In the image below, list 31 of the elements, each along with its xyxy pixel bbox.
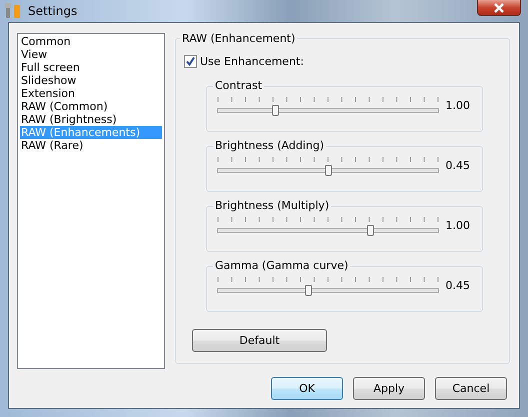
slider-value: 1.00 bbox=[446, 218, 470, 232]
slider-value: 1.00 bbox=[446, 98, 470, 112]
slider-thumb[interactable] bbox=[366, 225, 374, 236]
slider-label: Brightness (Adding) bbox=[213, 139, 326, 152]
dialog-button[interactable]: OK bbox=[271, 377, 343, 400]
category-item[interactable]: Common bbox=[20, 35, 162, 48]
group-title: RAW (Enhancement) bbox=[180, 32, 298, 45]
category-item[interactable]: Full screen bbox=[20, 61, 162, 74]
slider-label: Gamma (Gamma curve) bbox=[213, 259, 350, 272]
slider-thumb[interactable] bbox=[305, 285, 312, 296]
dialog-button[interactable]: Cancel bbox=[435, 377, 507, 400]
category-item[interactable]: Extension bbox=[20, 87, 162, 100]
category-item[interactable]: Slideshow bbox=[20, 74, 162, 87]
slider-value: 0.45 bbox=[446, 158, 470, 172]
category-item[interactable]: View bbox=[20, 48, 162, 61]
dialog-button[interactable]: Apply bbox=[353, 377, 425, 400]
close-icon bbox=[493, 2, 505, 12]
window-title: Settings bbox=[28, 4, 78, 18]
slider-thumb[interactable] bbox=[272, 105, 280, 116]
slider-value: 0.45 bbox=[446, 278, 470, 292]
checkbox[interactable] bbox=[184, 54, 197, 68]
slider-label: Brightness (Multiply) bbox=[213, 199, 332, 212]
slider-label: Contrast bbox=[213, 79, 264, 92]
slider-thumb[interactable] bbox=[325, 165, 332, 176]
default-button[interactable]: Default bbox=[192, 329, 327, 352]
close-button[interactable] bbox=[477, 0, 521, 16]
checkbox-label: Use Enhancement: bbox=[200, 54, 304, 68]
tools-icon bbox=[4, 2, 22, 20]
category-item[interactable]: RAW (Common) bbox=[20, 100, 162, 113]
category-item[interactable]: RAW (Brightness) bbox=[20, 113, 162, 126]
category-item[interactable]: RAW (Rare) bbox=[20, 139, 162, 152]
